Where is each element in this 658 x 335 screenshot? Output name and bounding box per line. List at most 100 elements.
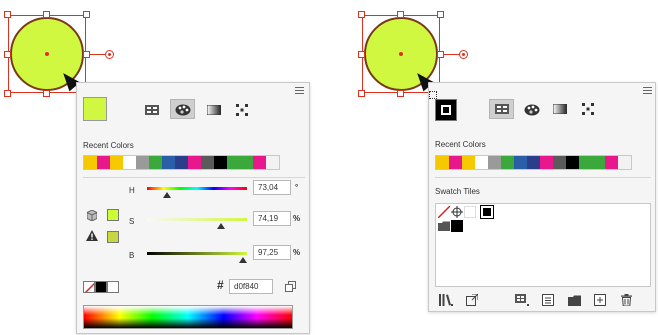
hue-input[interactable]: 73,04 bbox=[253, 180, 291, 195]
recent-color-swatch[interactable] bbox=[553, 156, 566, 169]
recent-color-swatch[interactable] bbox=[436, 156, 449, 169]
hue-thumb[interactable] bbox=[163, 192, 171, 198]
recent-color-swatch[interactable] bbox=[618, 156, 631, 169]
handle-bm[interactable] bbox=[43, 90, 50, 97]
registration-swatch-tile[interactable] bbox=[451, 206, 463, 218]
gradient-icon bbox=[552, 104, 567, 114]
black-swatch[interactable] bbox=[95, 281, 107, 293]
gradient-mode-button[interactable] bbox=[201, 100, 226, 120]
brightness-thumb[interactable] bbox=[239, 257, 247, 263]
pattern-mode-button[interactable] bbox=[229, 100, 254, 120]
color-wheel-mode-button[interactable] bbox=[519, 99, 544, 119]
recent-color-swatch[interactable] bbox=[462, 156, 475, 169]
handle-bm[interactable] bbox=[397, 90, 404, 97]
none-slash-icon bbox=[438, 206, 450, 218]
divider bbox=[83, 177, 305, 178]
rotation-knob[interactable] bbox=[105, 50, 114, 59]
recent-color-swatch[interactable] bbox=[214, 156, 227, 169]
white-swatch[interactable] bbox=[107, 281, 119, 293]
gradient-mode-button[interactable] bbox=[547, 99, 572, 119]
brightness-input[interactable]: 97,25 bbox=[253, 245, 291, 260]
new-swatch-icon[interactable] bbox=[593, 294, 607, 306]
pattern-mode-button[interactable] bbox=[575, 99, 600, 119]
recent-color-swatch[interactable] bbox=[605, 156, 618, 169]
recent-color-swatch[interactable] bbox=[136, 156, 149, 169]
drag-handle-icon[interactable] bbox=[429, 91, 437, 99]
show-kinds-menu-icon[interactable] bbox=[515, 294, 529, 306]
recent-color-swatch[interactable] bbox=[149, 156, 162, 169]
panel-menu-icon[interactable] bbox=[295, 87, 304, 94]
none-swatch-tile[interactable] bbox=[438, 206, 450, 218]
saturation-track[interactable] bbox=[147, 218, 247, 221]
web-safe-swatch[interactable] bbox=[107, 209, 119, 221]
recent-color-swatch[interactable] bbox=[475, 156, 488, 169]
recent-color-swatch[interactable] bbox=[266, 156, 279, 169]
color-wheel-mode-button[interactable] bbox=[170, 99, 195, 119]
recent-color-swatch[interactable] bbox=[97, 156, 110, 169]
delete-swatch-trash-icon[interactable] bbox=[619, 294, 633, 306]
recent-color-swatch[interactable] bbox=[592, 156, 605, 169]
recent-color-swatch[interactable] bbox=[514, 156, 527, 169]
handle-bl[interactable] bbox=[4, 90, 11, 97]
copy-icon[interactable] bbox=[285, 281, 296, 294]
recent-color-swatch[interactable] bbox=[501, 156, 514, 169]
recent-color-swatch[interactable] bbox=[449, 156, 462, 169]
handle-tm[interactable] bbox=[43, 11, 50, 18]
recent-color-swatch[interactable] bbox=[488, 156, 501, 169]
pattern-icon bbox=[235, 104, 248, 116]
recent-color-swatch[interactable] bbox=[84, 156, 97, 169]
recent-color-swatch[interactable] bbox=[579, 156, 592, 169]
none-slash-icon bbox=[84, 282, 94, 292]
swatch-options-icon[interactable] bbox=[541, 294, 555, 306]
web-safe-cube-icon[interactable] bbox=[86, 209, 98, 223]
recent-color-swatch[interactable] bbox=[566, 156, 579, 169]
handle-mr[interactable] bbox=[437, 51, 444, 58]
recent-color-swatch[interactable] bbox=[540, 156, 553, 169]
hex-input[interactable]: d0f840 bbox=[229, 279, 273, 294]
recent-color-swatch[interactable] bbox=[253, 156, 266, 169]
recent-color-swatch[interactable] bbox=[123, 156, 136, 169]
recent-color-swatch[interactable] bbox=[201, 156, 214, 169]
recent-color-swatch[interactable] bbox=[240, 156, 253, 169]
swatch-grid-icon bbox=[144, 105, 159, 115]
stroke-swatch[interactable] bbox=[435, 99, 457, 121]
swatches-mode-button[interactable] bbox=[489, 99, 514, 119]
brightness-track[interactable] bbox=[147, 252, 247, 255]
handle-ml[interactable] bbox=[4, 51, 11, 58]
group-black-swatch-tile[interactable] bbox=[451, 220, 463, 232]
handle-bl[interactable] bbox=[358, 90, 365, 97]
white-swatch-tile[interactable] bbox=[464, 206, 476, 218]
saturation-thumb[interactable] bbox=[217, 223, 225, 229]
swatch-libraries-icon[interactable] bbox=[439, 294, 453, 306]
handle-tl[interactable] bbox=[4, 11, 11, 18]
none-swatch[interactable] bbox=[83, 281, 95, 293]
swatches-panel: Recent Colors Swatch Tiles bbox=[428, 82, 656, 312]
recent-color-swatch[interactable] bbox=[110, 156, 123, 169]
handle-tr[interactable] bbox=[83, 11, 90, 18]
swatches-mode-button[interactable] bbox=[139, 100, 164, 120]
recent-color-swatch[interactable] bbox=[188, 156, 201, 169]
spectrum-highlight bbox=[84, 306, 292, 315]
handle-tl[interactable] bbox=[358, 11, 365, 18]
handle-tm[interactable] bbox=[397, 11, 404, 18]
recent-color-swatch[interactable] bbox=[227, 156, 240, 169]
recent-color-swatch[interactable] bbox=[162, 156, 175, 169]
color-group-folder-icon[interactable] bbox=[438, 221, 450, 233]
hue-track[interactable] bbox=[147, 187, 247, 190]
recent-color-swatch[interactable] bbox=[175, 156, 188, 169]
in-gamut-swatch[interactable] bbox=[107, 231, 119, 243]
black-swatch-tile[interactable] bbox=[480, 205, 494, 219]
current-fill-swatch[interactable] bbox=[83, 97, 107, 121]
hue-unit: ° bbox=[295, 183, 299, 192]
out-of-gamut-warning-icon[interactable] bbox=[86, 230, 98, 243]
saturation-input[interactable]: 74,19 bbox=[253, 211, 291, 226]
recent-color-swatch[interactable] bbox=[527, 156, 540, 169]
handle-ml[interactable] bbox=[358, 51, 365, 58]
panel-menu-icon[interactable] bbox=[643, 87, 652, 94]
new-color-group-icon[interactable] bbox=[567, 294, 581, 306]
handle-tr[interactable] bbox=[437, 11, 444, 18]
place-swatch-icon[interactable] bbox=[465, 294, 479, 306]
handle-mr[interactable] bbox=[83, 51, 90, 58]
rotation-knob[interactable] bbox=[459, 50, 468, 59]
center-point bbox=[399, 52, 403, 56]
